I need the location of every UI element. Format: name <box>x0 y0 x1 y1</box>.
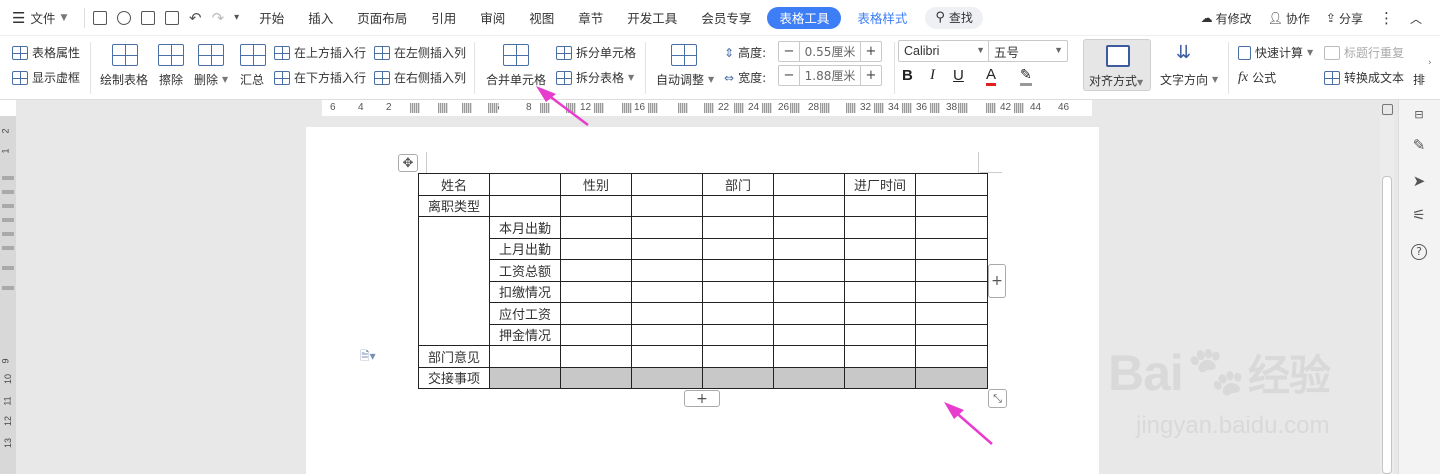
arrow-to-merge-cells <box>536 86 589 126</box>
settings-sliders-icon[interactable]: ⚟ <box>1410 206 1428 224</box>
select-cursor-icon[interactable]: ➤ <box>1410 172 1428 190</box>
scrollbar-thumb[interactable] <box>1382 176 1392 474</box>
watermark-brand: Bai🐾︎经验 <box>1108 344 1331 402</box>
help-icon[interactable]: ? <box>1411 244 1427 260</box>
sidebar-collapse-icon[interactable]: ⊟ <box>1410 108 1428 126</box>
arrow-to-selected-row <box>944 402 993 445</box>
right-sidebar: ⊟ ✎ ➤ ⚟ ? <box>1398 100 1440 474</box>
paw-icon: 🐾︎ <box>1182 344 1249 402</box>
watermark-url: jingyan.baidu.com <box>1136 412 1330 439</box>
scroll-collapse-icon[interactable] <box>1382 104 1393 115</box>
edit-pen-icon[interactable]: ✎ <box>1410 136 1428 154</box>
